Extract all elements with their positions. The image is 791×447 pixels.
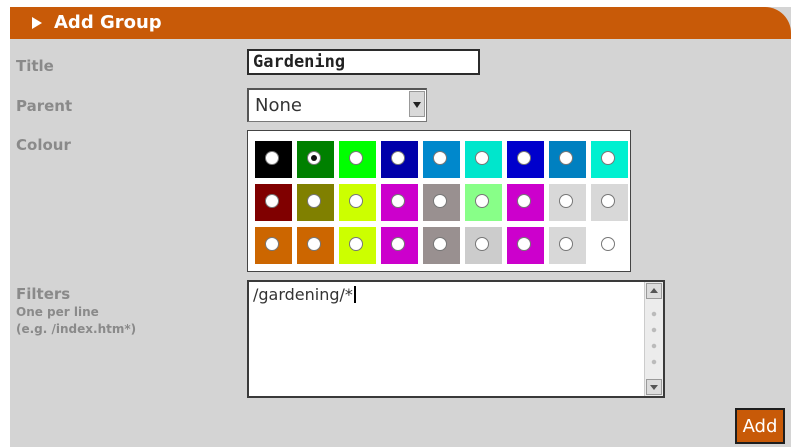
- colour-radio[interactable]: [601, 194, 615, 208]
- parent-label: Parent: [16, 97, 73, 115]
- add-button[interactable]: Add: [735, 408, 785, 444]
- colour-swatch[interactable]: [255, 141, 292, 178]
- colour-swatch[interactable]: [297, 184, 334, 221]
- panel-header: Add Group: [10, 7, 791, 39]
- play-arrow-icon: [32, 17, 42, 29]
- colour-swatch[interactable]: [381, 184, 418, 221]
- colour-radio[interactable]: [265, 151, 279, 165]
- colour-swatch[interactable]: [255, 227, 292, 264]
- colour-radio[interactable]: [307, 237, 321, 251]
- colour-radio[interactable]: [307, 151, 321, 165]
- colour-swatch[interactable]: [381, 141, 418, 178]
- colour-radio[interactable]: [559, 194, 573, 208]
- title-label: Title: [16, 57, 54, 75]
- colour-radio[interactable]: [601, 151, 615, 165]
- colour-swatch[interactable]: [549, 141, 586, 178]
- colour-swatch[interactable]: [339, 184, 376, 221]
- filters-hint-line: One per line: [16, 305, 99, 319]
- colour-radio[interactable]: [433, 151, 447, 165]
- filters-textarea[interactable]: /gardening/*: [247, 280, 665, 398]
- colour-swatch[interactable]: [423, 227, 460, 264]
- parent-select[interactable]: None: [247, 88, 427, 122]
- colour-swatch[interactable]: [339, 141, 376, 178]
- add-group-panel: Add Group Title Parent None Colour Filte…: [10, 7, 791, 447]
- colour-swatch[interactable]: [297, 141, 334, 178]
- colour-swatch[interactable]: [591, 184, 628, 221]
- colour-swatch[interactable]: [549, 227, 586, 264]
- parent-selected-value: None: [255, 95, 302, 116]
- colour-radio[interactable]: [517, 237, 531, 251]
- colour-swatch[interactable]: [507, 184, 544, 221]
- colour-radio[interactable]: [559, 151, 573, 165]
- colour-swatch[interactable]: [465, 141, 502, 178]
- title-input[interactable]: [247, 49, 480, 75]
- scroll-track[interactable]: [651, 306, 657, 372]
- colour-swatch[interactable]: [591, 141, 628, 178]
- scroll-up-icon[interactable]: [646, 283, 662, 299]
- colour-radio[interactable]: [349, 194, 363, 208]
- colour-radio[interactable]: [265, 237, 279, 251]
- colour-radio[interactable]: [391, 237, 405, 251]
- colour-swatch[interactable]: [381, 227, 418, 264]
- colour-swatch[interactable]: [423, 184, 460, 221]
- colour-swatch[interactable]: [339, 227, 376, 264]
- colour-swatch[interactable]: [465, 184, 502, 221]
- colour-swatch[interactable]: [297, 227, 334, 264]
- colour-radio[interactable]: [601, 237, 615, 251]
- colour-radio[interactable]: [391, 194, 405, 208]
- text-caret: [353, 286, 356, 303]
- filters-hint-example: (e.g. /index.htm*): [16, 322, 137, 336]
- colour-radio[interactable]: [517, 194, 531, 208]
- colour-radio[interactable]: [349, 237, 363, 251]
- colour-radio[interactable]: [433, 194, 447, 208]
- colour-swatch[interactable]: [423, 141, 460, 178]
- colour-radio[interactable]: [475, 194, 489, 208]
- colour-swatch[interactable]: [507, 141, 544, 178]
- colour-radio[interactable]: [475, 237, 489, 251]
- colour-radio[interactable]: [517, 151, 531, 165]
- colour-radio[interactable]: [307, 194, 321, 208]
- filters-label: Filters: [16, 285, 71, 303]
- filters-scrollbar[interactable]: [644, 282, 663, 396]
- colour-swatch[interactable]: [591, 227, 628, 264]
- colour-radio[interactable]: [559, 237, 573, 251]
- colour-radio[interactable]: [475, 151, 489, 165]
- colour-radio[interactable]: [265, 194, 279, 208]
- colour-swatch[interactable]: [507, 227, 544, 264]
- chevron-down-icon[interactable]: [409, 91, 425, 117]
- panel-title: Add Group: [54, 12, 162, 33]
- colour-radio[interactable]: [349, 151, 363, 165]
- scroll-down-icon[interactable]: [646, 379, 662, 395]
- colour-picker-grid: [247, 130, 631, 272]
- colour-label: Colour: [16, 136, 71, 154]
- colour-radio[interactable]: [433, 237, 447, 251]
- colour-radio[interactable]: [391, 151, 405, 165]
- colour-swatch[interactable]: [255, 184, 292, 221]
- filters-text: /gardening/*: [253, 285, 353, 304]
- colour-swatch[interactable]: [465, 227, 502, 264]
- colour-swatch[interactable]: [549, 184, 586, 221]
